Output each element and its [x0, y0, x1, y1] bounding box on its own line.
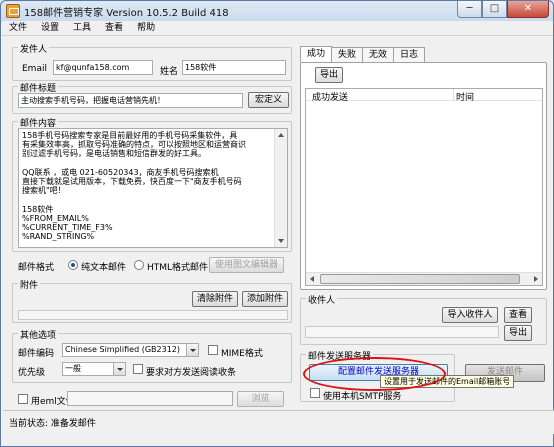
read-receipt-label: 要求对方发送阅读收条 [146, 368, 237, 378]
html-label: HTML格式邮件 [147, 263, 209, 273]
window-title: 158邮件营销专家 Version 10.5.2 Build 418 [24, 8, 229, 19]
menu-bar: 文件 设置 工具 查看 帮助 [2, 21, 553, 36]
content-line: 158软件 [22, 204, 54, 214]
content-line: 搜索机"吧！ [22, 186, 66, 196]
menu-help[interactable]: 帮助 [130, 21, 162, 35]
results-panel: 导出 成功发送 时间 [300, 62, 547, 290]
results-tabs: 成功 失败 无效 日志 [300, 46, 426, 63]
name-label: 姓名 [160, 67, 179, 77]
clear-attachments-button[interactable]: 清除附件 [192, 291, 238, 307]
app-window: 158邮件营销专家 Version 10.5.2 Build 418 ─ □ ✕… [0, 0, 554, 447]
add-attachment-button[interactable]: 添加附件 [242, 291, 288, 307]
content-line [22, 159, 274, 168]
plain-text-label: 纯文本邮件 [81, 263, 127, 273]
browse-button[interactable]: 浏览 [237, 391, 284, 407]
scroll-thumb[interactable] [320, 274, 520, 284]
col-success-header[interactable]: 成功发送 [312, 90, 348, 103]
priority-select[interactable]: 一般 [62, 362, 126, 376]
sender-group: 发件人 Email kf@qunfa158.com 姓名 158软件 [12, 42, 292, 81]
export-recipients-button[interactable]: 导出 [504, 325, 532, 341]
menu-tools[interactable]: 工具 [66, 21, 98, 35]
menu-settings[interactable]: 设置 [34, 21, 66, 35]
name-field[interactable]: 158软件 [182, 60, 286, 75]
minimize-button[interactable]: ─ [457, 1, 482, 18]
encoding-select[interactable]: Chinese Simplified (GB2312) [62, 343, 199, 357]
other-options-group: 其他选项 邮件编码 Chinese Simplified (GB2312) MI… [12, 328, 292, 383]
server-legend: 邮件发送服务器 [306, 349, 374, 362]
local-smtp-label: 使用本机SMTP服务 [323, 392, 402, 402]
chevron-down-icon[interactable] [113, 363, 125, 375]
status-text: 当前状态: 准备发邮件 [9, 419, 96, 429]
priority-value: 一般 [65, 364, 81, 373]
content-line: %CURRENT_TIME_F3% [22, 223, 113, 233]
scroll-right-icon[interactable] [534, 276, 538, 282]
local-smtp-checkbox[interactable] [310, 388, 320, 398]
encoding-label: 邮件编码 [18, 349, 55, 359]
sender-legend: 发件人 [18, 42, 50, 55]
read-receipt-checkbox[interactable] [133, 364, 143, 374]
priority-label: 优先级 [18, 368, 46, 378]
eml-checkbox[interactable] [18, 394, 28, 404]
recipients-group: 收件人 导入收件人 查看 导出 [300, 293, 547, 345]
chevron-down-icon[interactable] [186, 344, 198, 356]
content-line: QQ联系 ，或电 021-60520343，商友手机号码搜索机 [22, 167, 219, 177]
tab-invalid[interactable]: 无效 [362, 47, 395, 62]
export-results-button[interactable]: 导出 [315, 67, 343, 83]
server-tooltip: 设置用于发送邮件的Email邮箱账号 [380, 375, 515, 388]
content-line: %FROM_EMAIL% [22, 213, 89, 223]
results-hscrollbar[interactable] [306, 272, 542, 285]
tab-success[interactable]: 成功 [300, 46, 333, 62]
attachment-list[interactable] [18, 310, 288, 320]
scroll-down-icon[interactable] [278, 239, 284, 243]
content-scrollbar[interactable] [274, 129, 287, 247]
subject-field[interactable]: 主动搜索手机号码，把握电话营销先机！ [18, 93, 243, 108]
subject-group: 邮件标题 主动搜索手机号码，把握电话营销先机！ 宏定义 [12, 81, 292, 114]
import-recipients-button[interactable]: 导入收件人 [442, 307, 498, 323]
client-area: 发件人 Email kf@qunfa158.com 姓名 158软件 邮件标题 … [2, 36, 554, 435]
attachment-group: 附件 清除附件 添加附件 [12, 278, 292, 323]
eml-path-field[interactable] [67, 391, 233, 406]
plain-text-radio[interactable] [68, 260, 78, 270]
content-textarea[interactable]: 158手机号码搜索专家是目前最好用的手机号码采集软件，具 有采集效率高，抓取号码准… [18, 128, 288, 248]
content-line [22, 195, 274, 204]
eml-row: 用eml文件 浏览 [12, 388, 292, 410]
col-divider [453, 89, 454, 101]
format-label: 邮件格式 [18, 263, 55, 273]
content-group: 邮件内容 158手机号码搜索专家是目前最好用的手机号码采集软件，具 有采集效率高，… [12, 116, 292, 252]
view-recipients-button[interactable]: 查看 [504, 307, 532, 323]
tab-log[interactable]: 日志 [393, 47, 426, 62]
content-line: %RAND_STRING% [22, 232, 95, 242]
app-icon [6, 4, 20, 18]
status-bar: 当前状态: 准备发邮件 [3, 410, 554, 434]
recipients-field[interactable] [305, 326, 499, 338]
macro-button[interactable]: 宏定义 [248, 92, 289, 108]
attachment-legend: 附件 [18, 278, 41, 291]
format-row: 邮件格式 纯文本邮件 HTML格式邮件 使用图文编辑器 [12, 254, 292, 276]
col-time-header[interactable]: 时间 [456, 90, 474, 103]
content-line: 别过滤手机号码，是电话销售和短信群发的好工具。 [22, 149, 206, 159]
scroll-left-icon[interactable] [310, 276, 314, 282]
results-list[interactable]: 成功发送 时间 [305, 88, 543, 286]
html-radio[interactable] [134, 260, 144, 270]
content-line: 直接下载就是试用版本，下载免费，快百度一下"商友手机号码 [22, 177, 242, 187]
email-label: Email [22, 64, 47, 74]
content-text: 158手机号码搜索专家是目前最好用的手机号码采集软件，具 有采集效率高，抓取号码准… [22, 131, 274, 241]
menu-view[interactable]: 查看 [98, 21, 130, 35]
scroll-up-icon[interactable] [278, 133, 284, 137]
title-bar: 158邮件营销专家 Version 10.5.2 Build 418 ─ □ ✕ [1, 1, 553, 21]
other-options-legend: 其他选项 [18, 328, 59, 341]
mime-label: MIME格式 [221, 349, 263, 359]
recipients-legend: 收件人 [306, 293, 338, 306]
rich-editor-button[interactable]: 使用图文编辑器 [209, 257, 284, 273]
maximize-button[interactable]: □ [482, 1, 507, 18]
menu-file[interactable]: 文件 [2, 21, 34, 35]
results-header: 成功发送 时间 [306, 89, 542, 103]
content-line: 158手机号码搜索专家是目前最好用的手机号码采集软件，具 [22, 131, 238, 140]
email-field[interactable]: kf@qunfa158.com [53, 60, 153, 75]
encoding-value: Chinese Simplified (GB2312) [65, 345, 180, 354]
close-button[interactable]: ✕ [507, 1, 549, 18]
mime-checkbox[interactable] [208, 345, 218, 355]
tab-failed[interactable]: 失败 [331, 47, 364, 62]
